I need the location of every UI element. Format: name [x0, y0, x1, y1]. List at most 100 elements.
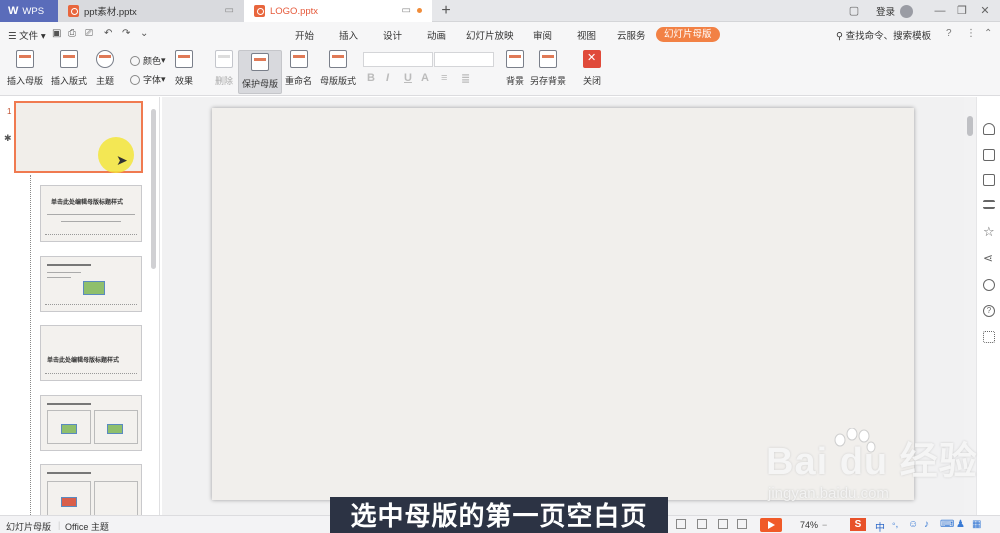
layout-thumbnail-section[interactable]: 单击此处编辑母版标题样式 — [40, 325, 142, 381]
punctuation-icon[interactable]: ◦, — [892, 519, 898, 530]
restore-icon[interactable]: ❐ — [954, 3, 970, 19]
history-icon[interactable] — [983, 279, 995, 291]
file-menu[interactable]: ☰ 文件 ▾ — [8, 28, 46, 42]
tab-wps-home[interactable]: W WPS — [0, 0, 58, 22]
star-icon[interactable] — [983, 123, 995, 135]
more-icon[interactable]: ⋮ — [966, 28, 976, 39]
layout-thumbnail-title[interactable]: 单击此处编辑母版标题样式 — [40, 185, 142, 242]
menu-review[interactable]: 审阅 — [533, 28, 552, 42]
menu-slideshow[interactable]: 幻灯片放映 — [466, 28, 514, 42]
crop-icon[interactable] — [983, 174, 995, 186]
skin-icon[interactable]: ♟ — [956, 519, 965, 530]
view-notes-icon[interactable] — [737, 519, 747, 529]
delete-button[interactable]: 删除 — [215, 50, 233, 87]
view-normal-icon[interactable] — [676, 519, 686, 529]
italic-icon[interactable]: I — [386, 72, 389, 84]
menu-view[interactable]: 视图 — [577, 28, 596, 42]
grid-apps-icon[interactable] — [983, 331, 995, 343]
tab-logo-active[interactable]: LOGO.pptx ▭ — [244, 0, 432, 22]
menu-slide-master-active[interactable]: 幻灯片母版 — [656, 27, 720, 42]
close-window-icon[interactable]: ✕ — [977, 3, 993, 19]
bold-icon[interactable]: B — [367, 72, 375, 84]
theme-button[interactable]: 主题 — [96, 50, 114, 87]
effect-button[interactable]: 效果 — [175, 50, 193, 87]
font-name-select[interactable] — [363, 52, 433, 67]
watermark-url: jingyan.baidu.com — [768, 485, 889, 502]
close-master-button[interactable]: 关闭 — [583, 50, 601, 87]
insert-master-button[interactable]: 插入母版 — [7, 50, 43, 87]
effect-label: 效果 — [175, 76, 194, 86]
thumb-chart-icon — [61, 497, 77, 507]
insert-master-label: 插入母版 — [7, 76, 44, 86]
layout-thumbnail-comparison[interactable] — [40, 464, 142, 516]
command-search[interactable]: ⚲ 查找命令、搜索模板 — [836, 28, 931, 42]
window-layout-icon[interactable]: ▢ — [846, 3, 862, 19]
thumbnail-scrollbar[interactable] — [151, 109, 156, 269]
insert-layout-button[interactable]: 插入版式 — [51, 50, 87, 87]
help-circle-icon[interactable]: ? — [983, 305, 995, 317]
export-pdf-icon[interactable]: ⎙ — [68, 28, 76, 39]
unsaved-dot-icon — [417, 8, 422, 13]
screen-icon[interactable]: ▭ — [402, 5, 411, 16]
view-reading-icon[interactable] — [718, 519, 728, 529]
menu-cloud[interactable]: 云服务 — [617, 28, 646, 42]
undo-icon[interactable]: ↶ — [104, 28, 112, 39]
menu-animation[interactable]: 动画 — [427, 28, 446, 42]
screen-icon[interactable]: ▭ — [225, 5, 234, 16]
mouse-cursor-icon: ➤ — [116, 152, 128, 168]
microphone-icon[interactable]: ♪ — [924, 519, 929, 530]
presentation-file-icon — [68, 5, 79, 17]
status-theme-name[interactable]: Office 主题 — [65, 520, 109, 533]
layout-thumbnail-two-content[interactable] — [40, 395, 142, 451]
slide-thumbnail-panel: 1 ✱ 单击此处编辑母版标题样式 单击此处编辑母版标题样式 — [0, 97, 160, 516]
menu-start[interactable]: 开始 — [295, 28, 314, 42]
menu-insert[interactable]: 插入 — [339, 28, 358, 42]
new-tab-button[interactable]: + — [434, 0, 458, 22]
settings-sliders-icon[interactable] — [983, 200, 995, 209]
thumb-chart-icon — [83, 281, 105, 295]
share-icon[interactable]: ⋖ — [983, 252, 995, 264]
scrollbar-thumb[interactable] — [967, 116, 973, 136]
rename-button[interactable]: 重命名 — [285, 50, 312, 87]
font-size-select[interactable] — [434, 52, 494, 67]
zoom-out-icon[interactable]: − — [822, 520, 827, 530]
color-button[interactable]: 颜色 ▾ — [130, 54, 166, 67]
font-button[interactable]: 字体 ▾ — [130, 73, 166, 86]
help-icon[interactable]: ? — [946, 28, 952, 39]
customize-quickbar-icon[interactable]: ⌄ — [140, 28, 148, 39]
save-icon[interactable]: ▣ — [52, 28, 61, 39]
emoji-icon[interactable]: ☺ — [908, 519, 918, 530]
play-slideshow-button[interactable] — [760, 518, 782, 532]
shapes-icon[interactable] — [983, 149, 995, 161]
ime-mode[interactable]: 中 — [875, 519, 885, 533]
master-layout-button[interactable]: 母版版式 — [320, 50, 356, 87]
status-separator: | — [58, 520, 61, 530]
command-search-label: 查找命令、搜索模板 — [845, 31, 932, 42]
minimize-icon[interactable]: — — [932, 3, 948, 19]
thumb-line — [61, 221, 121, 222]
toolbox-icon[interactable]: ▦ — [972, 519, 981, 530]
thumb-footer — [45, 304, 137, 305]
protect-master-button[interactable]: 保护母版 — [238, 50, 283, 94]
thumb-line — [47, 272, 81, 273]
redo-icon[interactable]: ↷ — [122, 28, 130, 39]
keyboard-icon[interactable]: ⌨ — [940, 519, 954, 530]
color-icon — [130, 55, 140, 66]
login-button[interactable]: 登录 — [876, 4, 914, 18]
save-background-button[interactable]: 另存背景 — [530, 50, 566, 87]
favorite-star-icon[interactable]: ☆ — [983, 225, 995, 238]
underline-icon[interactable]: U — [404, 72, 412, 84]
zoom-level[interactable]: 74% — [800, 520, 818, 530]
background-button[interactable]: 背景 — [506, 50, 524, 87]
wps-logo-icon: W — [8, 5, 19, 17]
tab-ppt-material[interactable]: ppt素材.pptx ▭ — [58, 0, 244, 22]
strikethrough-icon[interactable]: ≡ — [441, 72, 447, 84]
print-icon[interactable]: ⎚ — [85, 28, 93, 39]
collapse-ribbon-icon[interactable]: ⌃ — [984, 28, 992, 39]
font-color-icon[interactable]: A — [421, 72, 429, 84]
layout-thumbnail-content[interactable] — [40, 256, 142, 312]
align-icon[interactable]: ≣ — [461, 72, 470, 85]
view-sorter-icon[interactable] — [697, 519, 707, 529]
sogou-ime-icon[interactable]: S — [850, 518, 866, 531]
menu-design[interactable]: 设计 — [383, 28, 402, 42]
